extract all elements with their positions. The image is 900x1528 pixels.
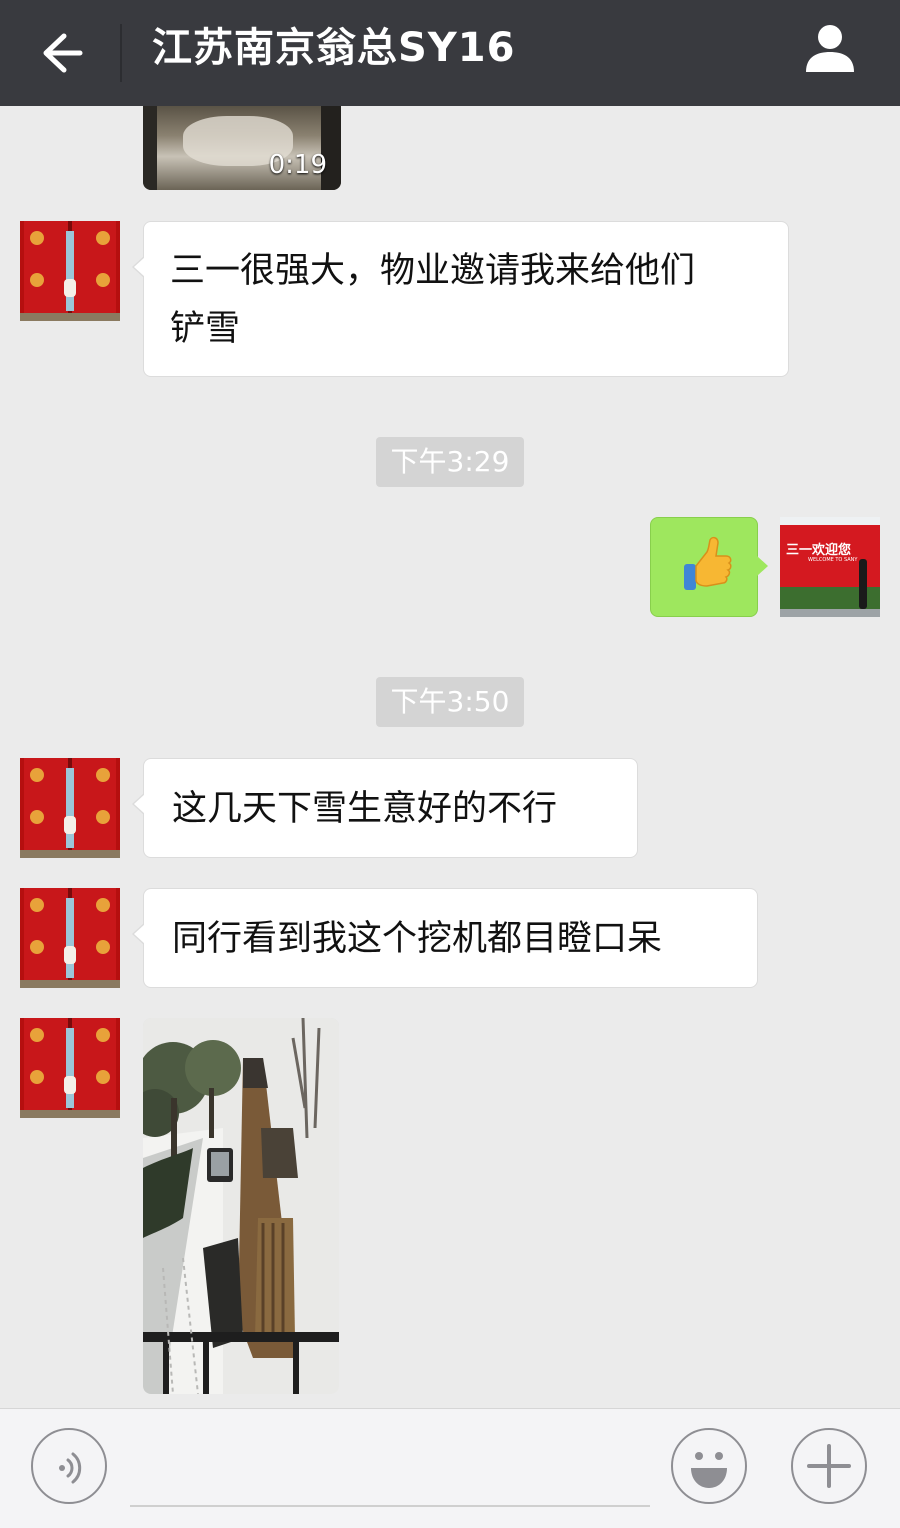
header-divider	[120, 24, 122, 82]
message-text: 三一很强大，物业邀请我来给他们	[170, 251, 696, 291]
person-icon	[806, 25, 854, 72]
video-message[interactable]: 0:19	[143, 106, 341, 190]
contact-avatar[interactable]	[20, 221, 120, 321]
message-bubble[interactable]: 这几天下雪生意好的不行	[132, 758, 638, 858]
contact-avatar[interactable]	[20, 1018, 120, 1118]
avatar-sign-subtext: WELCOME TO SANY	[808, 557, 858, 563]
image-message[interactable]	[143, 1018, 339, 1394]
message-input[interactable]	[130, 1505, 650, 1507]
thumbs-up-emoji	[684, 536, 732, 590]
avatar-sign-text: 三一欢迎您	[786, 543, 852, 558]
voice-button[interactable]	[31, 1428, 107, 1504]
emoji-button[interactable]	[671, 1428, 747, 1504]
video-frame	[143, 106, 157, 190]
message-bubble[interactable]: 同行看到我这个挖机都目瞪口呆	[132, 888, 758, 988]
plus-icon	[807, 1444, 851, 1488]
smile-icon	[691, 1452, 727, 1488]
timestamp: 下午3:50	[376, 677, 524, 727]
message-text: 同行看到我这个挖机都目瞪口呆	[172, 919, 663, 959]
contact-avatar[interactable]	[20, 888, 120, 988]
timestamp: 下午3:29	[376, 437, 524, 487]
chat-title: 江苏南京翁总SY16	[152, 25, 516, 71]
snow-excavator-photo	[143, 1018, 339, 1394]
message-text: 铲雪	[170, 309, 241, 349]
message-bubble[interactable]: 三一很强大，物业邀请我来给他们 铲雪	[132, 221, 789, 377]
input-bar	[0, 1408, 900, 1528]
sent-emoji-bubble[interactable]	[650, 517, 768, 617]
video-duration: 0:19	[268, 150, 327, 180]
contact-avatar[interactable]	[20, 758, 120, 858]
chat-header: 江苏南京翁总SY16	[0, 0, 900, 106]
voice-icon	[59, 1452, 82, 1484]
self-avatar[interactable]: 三一欢迎您 WELCOME TO SANY	[780, 517, 880, 617]
message-text: 这几天下雪生意好的不行	[172, 789, 558, 829]
profile-button[interactable]	[800, 20, 860, 80]
arrow-left-icon	[43, 33, 83, 73]
message-list[interactable]: 0:19 三一很强大，物业邀请我来给他们 铲雪 下午3:29 三一欢迎您 WEL…	[0, 106, 900, 1408]
back-button[interactable]	[30, 22, 92, 84]
plus-button[interactable]	[791, 1428, 867, 1504]
